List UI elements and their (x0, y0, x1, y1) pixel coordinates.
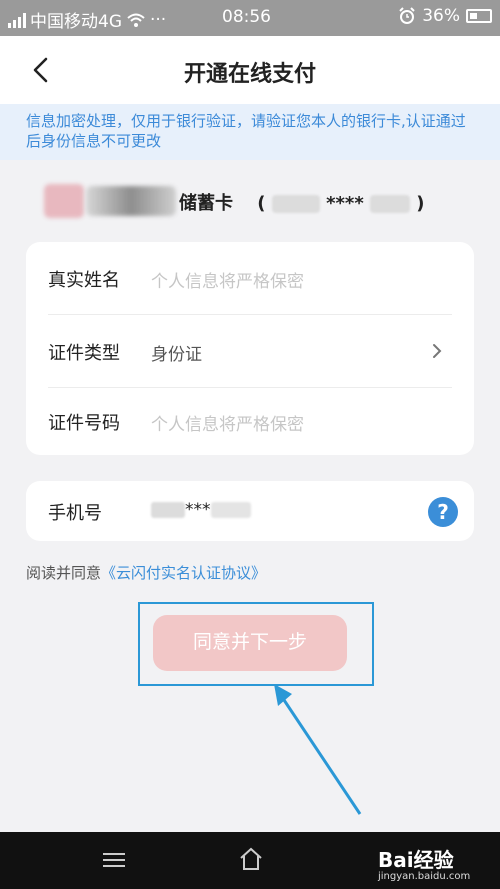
annotation-arrow (274, 684, 362, 815)
phone-row[interactable]: 手机号 *** (26, 475, 474, 539)
agree-next-button[interactable]: 同意并下一步 (153, 615, 347, 671)
agreement-prefix: 阅读并同意 (26, 564, 102, 582)
baidu-watermark: Bai经验 jingyan.baidu.com (378, 848, 471, 882)
battery-icon (466, 9, 492, 23)
wifi-icon (127, 13, 145, 27)
card-type-label: 储蓄卡 ( **** ) (179, 193, 425, 214)
alarm-icon (399, 7, 415, 24)
id-number-label: 证件号码 (48, 413, 120, 434)
id-type-label: 证件类型 (48, 343, 120, 364)
id-number-input[interactable]: 个人信息将严格保密 (151, 410, 304, 435)
card-number-masked: **** (326, 193, 364, 214)
bank-name-blur (86, 186, 176, 216)
bank-card-info: 储蓄卡 ( **** ) (44, 182, 464, 220)
real-name-input[interactable]: 个人信息将严格保密 (151, 267, 304, 292)
bank-logo-blur (44, 184, 84, 218)
carrier-label: 中国移动4G (30, 12, 122, 32)
id-type-value[interactable]: 身份证 (151, 340, 202, 365)
page-title: 开通在线支付 (183, 62, 316, 87)
agreement-link[interactable]: 《云闪付实名认证协议》 (101, 564, 266, 582)
phone-value[interactable]: *** (151, 500, 251, 520)
battery-percent: 36% (422, 6, 460, 26)
help-icon[interactable]: ? (428, 497, 458, 527)
agreement-text: 阅读并同意《云闪付实名认证协议》 (26, 562, 266, 583)
home-icon[interactable] (238, 847, 264, 871)
clock: 08:56 (222, 7, 271, 27)
more-icon: ··· (150, 9, 167, 30)
identity-form: 真实姓名 个人信息将严格保密 证件类型 身份证 证件号码 个人信息将严格保密 (26, 242, 474, 455)
phone-label: 手机号 (48, 503, 102, 524)
real-name-label: 真实姓名 (48, 270, 120, 291)
phone-panel: 手机号 *** ? (26, 481, 474, 541)
id-number-row[interactable]: 证件号码 个人信息将严格保密 (26, 385, 474, 457)
signal-icon (8, 12, 26, 28)
real-name-row[interactable]: 真实姓名 个人信息将严格保密 (26, 242, 474, 314)
nav-bar: 开通在线支付 (0, 36, 500, 104)
id-type-row[interactable]: 证件类型 身份证 (26, 315, 474, 387)
system-nav-bar: Bai经验 jingyan.baidu.com (0, 832, 500, 889)
status-bar: 中国移动4G ··· 08:56 36% (0, 0, 500, 36)
menu-icon[interactable] (103, 852, 125, 868)
privacy-notice: 信息加密处理，仅用于银行验证，请验证您本人的银行卡,认证通过后身份信息不可更改 (0, 104, 500, 160)
chevron-right-icon[interactable] (430, 342, 444, 360)
